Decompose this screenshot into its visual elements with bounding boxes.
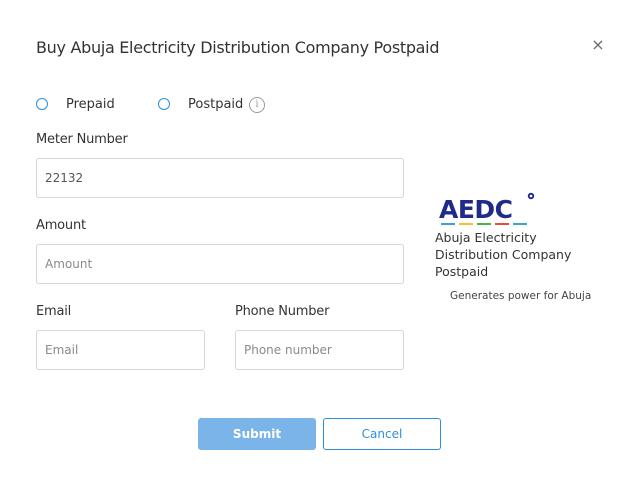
prepaid-radio[interactable]	[36, 98, 48, 110]
aedc-logo-text: AEDC	[439, 195, 513, 224]
close-icon[interactable]: ×	[590, 36, 606, 54]
postpaid-label[interactable]: Postpaid	[188, 97, 243, 112]
meter-number-input[interactable]	[36, 158, 404, 198]
submit-button[interactable]: Submit	[198, 418, 316, 450]
meter-number-label: Meter Number	[36, 132, 128, 147]
amount-label: Amount	[36, 218, 86, 233]
aedc-logo: AEDC	[439, 192, 535, 225]
info-icon[interactable]: i	[249, 97, 265, 113]
buy-electricity-dialog: Buy Abuja Electricity Distribution Compa…	[0, 0, 640, 477]
email-label: Email	[36, 304, 72, 319]
cancel-button[interactable]: Cancel	[323, 418, 441, 450]
provider-name: Abuja Electricity Distribution Company P…	[435, 230, 572, 279]
dialog-title: Buy Abuja Electricity Distribution Compa…	[36, 38, 440, 57]
email-input[interactable]	[36, 330, 205, 370]
prepaid-label[interactable]: Prepaid	[66, 97, 115, 112]
amount-input[interactable]	[36, 244, 404, 284]
provider-tagline: Generates power for Abuja	[450, 290, 592, 302]
phone-number-label: Phone Number	[235, 304, 330, 319]
phone-number-input[interactable]	[235, 330, 404, 370]
postpaid-radio[interactable]	[158, 98, 170, 110]
